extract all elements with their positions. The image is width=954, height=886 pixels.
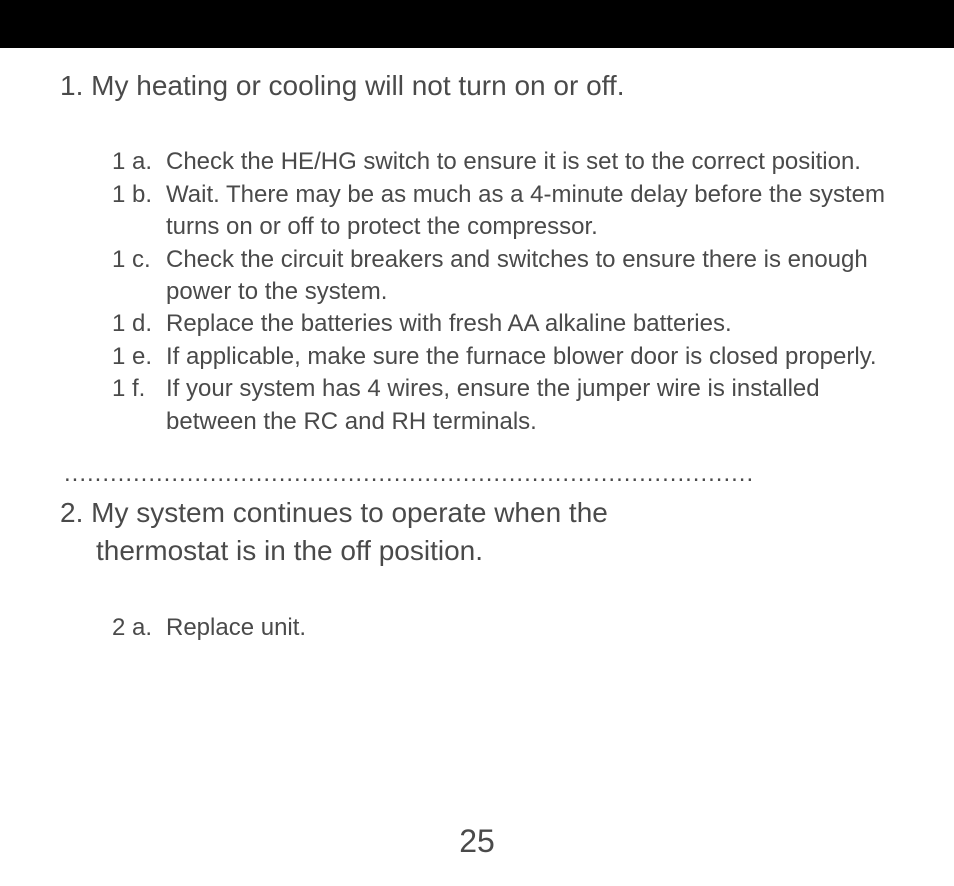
list-item: 1 e. If applicable, make sure the furnac…: [112, 341, 894, 373]
header-bar: [0, 0, 954, 48]
item-text: If applicable, make sure the furnace blo…: [166, 341, 894, 373]
section-1-number: 1.: [60, 70, 83, 101]
section-1-title: 1. My heating or cooling will not turn o…: [60, 68, 894, 104]
section-2-title-line1: My system continues to operate when the: [91, 497, 608, 528]
list-item: 1 b. Wait. There may be as much as a 4-m…: [112, 179, 894, 244]
section-divider: ........................................…: [60, 460, 894, 488]
item-label: 1 a.: [112, 146, 166, 178]
page-content: 1. My heating or cooling will not turn o…: [0, 48, 954, 644]
item-text: If your system has 4 wires, ensure the j…: [166, 373, 894, 438]
item-text: Replace the batteries with fresh AA alka…: [166, 308, 894, 340]
item-label: 1 f.: [112, 373, 166, 438]
item-label: 1 e.: [112, 341, 166, 373]
section-2-number: 2.: [60, 497, 83, 528]
item-text: Wait. There may be as much as a 4-minute…: [166, 179, 894, 244]
list-item: 1 a. Check the HE/HG switch to ensure it…: [112, 146, 894, 178]
list-item: 1 c. Check the circuit breakers and swit…: [112, 244, 894, 309]
item-label: 2 a.: [112, 612, 166, 644]
section-1-title-text: My heating or cooling will not turn on o…: [91, 70, 624, 101]
list-item: 1 f. If your system has 4 wires, ensure …: [112, 373, 894, 438]
item-label: 1 c.: [112, 244, 166, 309]
section-2-title: 2. My system continues to operate when t…: [60, 494, 894, 570]
item-label: 1 d.: [112, 308, 166, 340]
list-item: 1 d. Replace the batteries with fresh AA…: [112, 308, 894, 340]
list-item: 2 a. Replace unit.: [112, 612, 894, 644]
item-text: Check the HE/HG switch to ensure it is s…: [166, 146, 894, 178]
item-text: Check the circuit breakers and switches …: [166, 244, 894, 309]
section-2-title-line2: thermostat is in the off position.: [60, 532, 894, 570]
section-1-items: 1 a. Check the HE/HG switch to ensure it…: [60, 146, 894, 438]
item-label: 1 b.: [112, 179, 166, 244]
section-2-items: 2 a. Replace unit.: [60, 612, 894, 644]
item-text: Replace unit.: [166, 612, 894, 644]
page-number: 25: [0, 823, 954, 860]
